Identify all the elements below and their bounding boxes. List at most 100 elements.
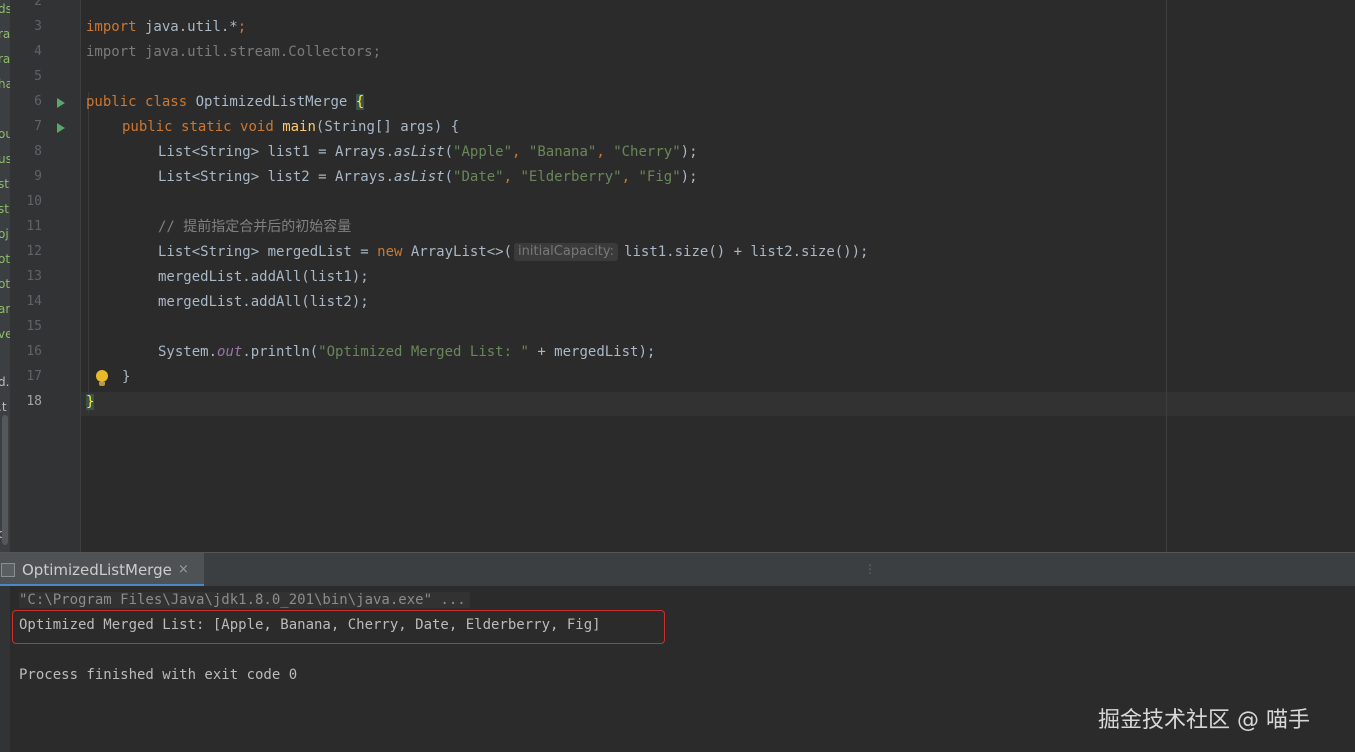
line-number: 16 — [26, 344, 42, 359]
matched-brace-close: } — [86, 394, 95, 410]
line-number: 4 — [34, 44, 42, 59]
run-tab-label: OptimizedListMerge — [22, 561, 172, 579]
project-tree-item[interactable]: d. — [0, 375, 10, 389]
code-text: System. — [158, 344, 218, 360]
code-text: ( — [444, 144, 454, 160]
line-number: 3 — [34, 19, 42, 34]
parameter-hint: initialCapacity: — [514, 243, 619, 261]
indent-guide — [88, 92, 89, 414]
right-margin-guide — [1166, 0, 1167, 552]
code-line-4: import java.util.stream.Collectors; — [86, 44, 382, 60]
project-tree-item[interactable]: st — [0, 177, 10, 191]
code-comment: // 提前指定合并后的初始容量 — [158, 219, 352, 235]
ide-window: dsrarahaouusststojototarved..td 23456789… — [0, 0, 1355, 752]
code-text: + mergedList); — [528, 344, 656, 360]
static-field: out — [217, 344, 243, 360]
code-text: list1.size() + list2.size()); — [624, 244, 869, 260]
run-tab-bar: OptimizedListMerge × ⋮ — [0, 552, 1355, 587]
project-tree-item[interactable]: ar — [0, 302, 10, 316]
project-tree-item[interactable]: ha — [0, 77, 10, 91]
code-text: ); — [680, 169, 698, 185]
code-line-13: mergedList.addAll(list1); — [158, 269, 369, 285]
lightbulb-icon[interactable] — [96, 370, 108, 386]
code-text: List<String> list2 = Arrays. — [158, 169, 395, 185]
code-text: .println( — [242, 344, 319, 360]
project-tree-item[interactable]: ve — [0, 327, 10, 341]
line-number: 2 — [34, 0, 42, 9]
line-number: 14 — [26, 294, 42, 309]
line-number: 11 — [26, 219, 42, 234]
project-tree-item[interactable]: us — [0, 152, 10, 166]
method-params: (String[] args) { — [315, 119, 460, 135]
line-number: 15 — [26, 319, 42, 334]
code-line-14: mergedList.addAll(list2); — [158, 294, 369, 310]
code-line-16: System.out.println("Optimized Merged Lis… — [158, 340, 655, 364]
editor-gutter: 2 3 4 5 6 7 8 9 10 11 12 13 14 15 16 17 18 — [10, 0, 93, 552]
string-literal: "Elderberry" — [520, 169, 622, 185]
project-tree-item[interactable]: st — [0, 202, 10, 216]
console-icon — [1, 563, 15, 577]
project-panel-edge[interactable]: dsrarahaouusststojototarved..td — [0, 0, 10, 552]
project-tree-item[interactable]: .t — [0, 400, 10, 414]
line-number: 6 — [34, 94, 42, 109]
run-main-icon[interactable] — [57, 123, 65, 133]
project-scrollbar[interactable] — [2, 415, 8, 545]
code-line-3: import java.util.*; — [86, 15, 246, 39]
line-number: 5 — [34, 69, 42, 84]
code-line-18: } — [86, 390, 95, 414]
project-tree-item[interactable]: ou — [0, 127, 10, 141]
java-command[interactable]: "C:\Program Files\Java\jdk1.8.0_201\bin\… — [19, 592, 470, 608]
console-command-line: "C:\Program Files\Java\jdk1.8.0_201\bin\… — [19, 588, 470, 612]
keyword-static: static — [181, 119, 232, 135]
keyword-public: public — [122, 119, 173, 135]
close-icon[interactable]: × — [178, 562, 189, 577]
run-tab[interactable]: OptimizedListMerge × — [0, 553, 204, 587]
code-text: ArrayList<>( — [402, 244, 513, 260]
code-text: ); — [680, 144, 698, 160]
method-name: main — [282, 119, 316, 135]
more-options-icon[interactable]: ⋮ — [864, 562, 876, 576]
keyword-public: public — [86, 94, 137, 110]
keyword-void: void — [240, 119, 274, 135]
import-path: java.util.* — [136, 19, 238, 35]
keyword-import: import — [86, 19, 137, 35]
class-name: OptimizedListMerge — [187, 94, 356, 110]
project-tree-item[interactable]: ds — [0, 2, 10, 16]
static-method: asList — [394, 169, 445, 185]
line-number: 9 — [34, 169, 42, 184]
current-line-highlight — [81, 392, 1355, 416]
static-method: asList — [394, 144, 445, 160]
watermark: 掘金技术社区 @ 喵手 — [1098, 708, 1310, 733]
line-number: 10 — [26, 194, 42, 209]
string-literal: "Cherry" — [613, 144, 681, 160]
code-line-17: } — [122, 369, 131, 385]
project-tree-item[interactable]: ra — [0, 27, 10, 41]
string-literal: "Banana" — [528, 144, 597, 160]
code-line-7: public static void main(String[] args) { — [122, 115, 459, 139]
code-line-6: public class OptimizedListMerge { — [86, 90, 365, 114]
line-number: 7 — [34, 119, 42, 134]
string-literal: "Date" — [453, 169, 504, 185]
project-tree-item[interactable]: oj — [0, 227, 10, 241]
project-tree-item[interactable]: ra — [0, 52, 10, 66]
run-class-icon[interactable] — [57, 98, 65, 108]
string-literal: "Optimized Merged List: " — [318, 344, 529, 360]
project-tree-item[interactable]: ot — [0, 252, 10, 266]
code-editor[interactable]: import java.util.*; import java.util.str… — [81, 0, 1355, 552]
console-gutter — [0, 586, 10, 752]
output-highlight-box — [12, 610, 665, 644]
line-number: 17 — [26, 369, 42, 384]
console-exit-line: Process finished with exit code 0 — [19, 667, 298, 683]
code-text: List<String> mergedList = — [158, 244, 378, 260]
keyword-new: new — [377, 244, 403, 260]
matched-brace-open: { — [355, 94, 365, 110]
semicolon: ; — [237, 19, 247, 35]
code-text: ( — [444, 169, 454, 185]
project-tree-item[interactable]: ot — [0, 277, 10, 291]
line-number: 8 — [34, 144, 42, 159]
code-text: List<String> list1 = Arrays. — [158, 144, 395, 160]
line-number: 13 — [26, 269, 42, 284]
code-line-9: List<String> list2 = Arrays.asList("Date… — [158, 169, 698, 185]
string-literal: "Apple" — [453, 144, 513, 160]
code-line-12: List<String> mergedList = new ArrayList<… — [158, 240, 868, 264]
